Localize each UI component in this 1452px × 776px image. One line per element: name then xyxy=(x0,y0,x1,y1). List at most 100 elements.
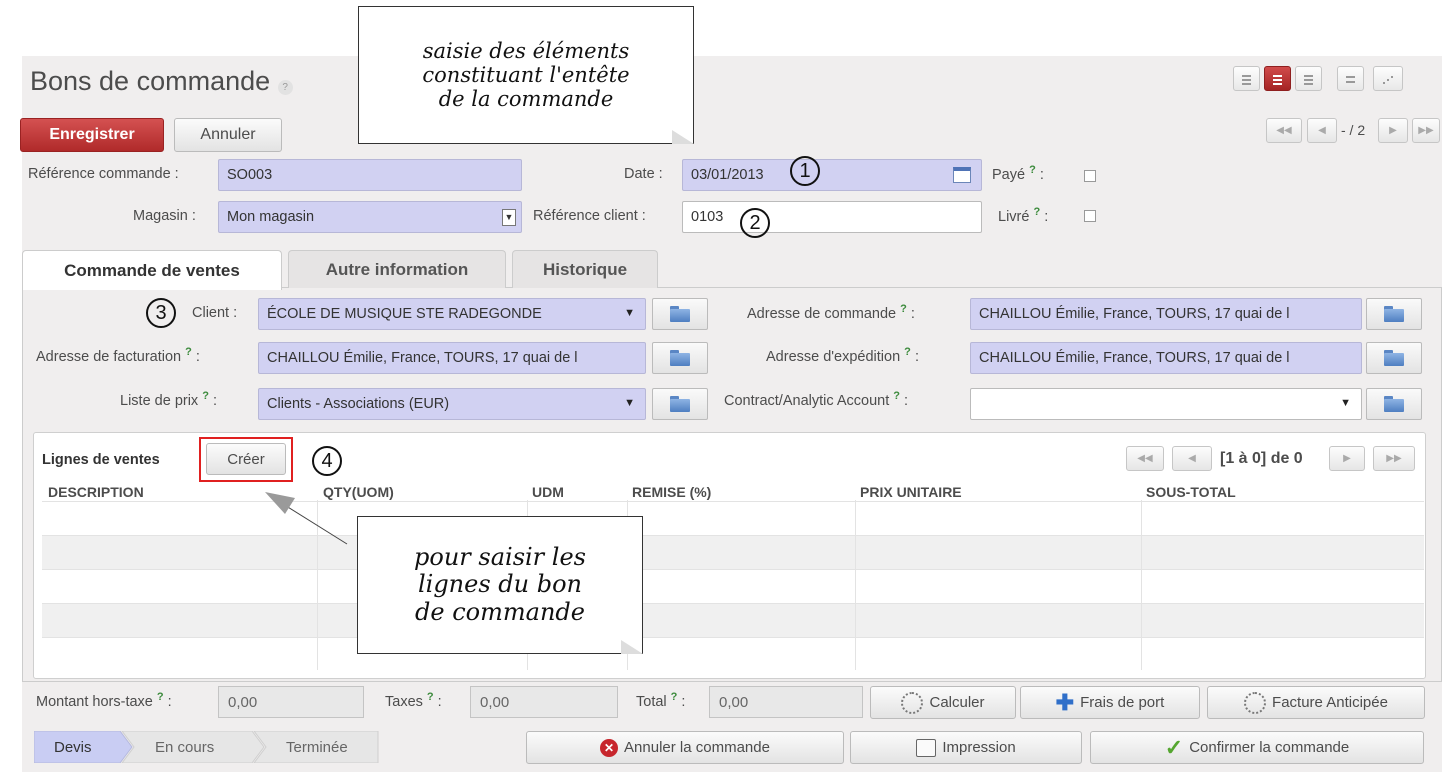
client-ref-field[interactable]: 0103 xyxy=(682,201,982,233)
analytic-account-label: Contract/Analytic Account? : xyxy=(724,390,909,409)
invoice-address-label: Adresse de facturation? : xyxy=(36,346,200,365)
first-record-icon[interactable]: ◀◀ xyxy=(1266,118,1302,143)
advance-invoice-button[interactable]: Facture Anticipée xyxy=(1207,686,1425,719)
delivered-checkbox[interactable] xyxy=(1084,210,1096,222)
last-record-icon[interactable]: ▶▶ xyxy=(1412,118,1440,143)
step-in-progress[interactable]: En cours xyxy=(155,731,214,763)
page-view-icon[interactable] xyxy=(1295,66,1322,91)
lines-last-icon[interactable]: ▶▶ xyxy=(1373,446,1415,471)
calendar-view-icon[interactable] xyxy=(1337,66,1364,91)
tab-sales-order[interactable]: Commande de ventes xyxy=(22,250,282,290)
confirm-order-button[interactable]: ✓ Confirmer la commande xyxy=(1090,731,1424,764)
cancel-button[interactable]: Annuler xyxy=(174,118,282,152)
order-address-select[interactable]: CHAILLOU Émilie, France, TOURS, 17 quai … xyxy=(970,298,1362,330)
lines-next-icon[interactable]: ▶ xyxy=(1329,446,1365,471)
client-label: Client : xyxy=(192,305,238,321)
analytic-account-open-button[interactable] xyxy=(1366,388,1422,420)
shipping-cost-button[interactable]: ✚ Frais de port xyxy=(1020,686,1200,719)
pricelist-value: Clients - Associations (EUR) xyxy=(267,396,450,412)
total-amount: 0,00 xyxy=(709,686,863,718)
paid-checkbox[interactable] xyxy=(1084,170,1096,182)
date-label: Date : xyxy=(624,166,663,182)
untaxed-amount: 0,00 xyxy=(218,686,364,718)
record-pager-text: - / 2 xyxy=(1341,122,1366,138)
table-row xyxy=(42,501,1424,535)
column-description[interactable]: DESCRIPTION xyxy=(48,484,144,500)
pricelist-select[interactable]: Clients - Associations (EUR) ▼ xyxy=(258,388,646,420)
callout-arrow xyxy=(265,492,348,545)
shipping-address-select[interactable]: CHAILLOU Émilie, France, TOURS, 17 quai … xyxy=(970,342,1362,374)
list-view-icon[interactable] xyxy=(1233,66,1260,91)
caret-down-icon[interactable]: ▼ xyxy=(624,397,635,409)
ref-field[interactable]: SO003 xyxy=(218,159,522,191)
graph-view-icon[interactable] xyxy=(1373,66,1403,91)
taxes-label: Taxes? : xyxy=(385,691,442,710)
order-address-open-button[interactable] xyxy=(1366,298,1422,330)
help-icon[interactable]: ? xyxy=(277,80,293,95)
compute-button[interactable]: Calculer xyxy=(870,686,1016,719)
shop-select[interactable]: Mon magasin ▼ xyxy=(218,201,522,233)
step-quotation[interactable]: Devis xyxy=(54,731,92,763)
lines-prev-icon[interactable]: ◀ xyxy=(1172,446,1212,471)
form-view-icon[interactable] xyxy=(1264,66,1291,91)
shipping-address-label: Adresse d'expédition? : xyxy=(766,346,919,365)
gear-icon xyxy=(901,691,924,714)
print-button[interactable]: Impression xyxy=(850,731,1082,764)
sales-lines-title: Lignes de ventes xyxy=(42,452,160,468)
invoice-address-open-button[interactable] xyxy=(652,342,708,374)
shipping-address-value: CHAILLOU Émilie, France, TOURS, 17 quai … xyxy=(979,350,1290,366)
step-done[interactable]: Terminée xyxy=(286,731,348,763)
step-number-1: 1 xyxy=(790,156,820,186)
save-button[interactable]: Enregistrer xyxy=(20,118,164,152)
next-record-icon[interactable]: ▶ xyxy=(1378,118,1408,143)
delivered-label: Livré? : xyxy=(998,206,1049,225)
tab-history[interactable]: Historique xyxy=(512,250,658,288)
ref-label: Référence commande : xyxy=(28,166,179,182)
date-field[interactable]: 03/01/2013 xyxy=(682,159,982,191)
order-address-value: CHAILLOU Émilie, France, TOURS, 17 quai … xyxy=(979,306,1290,322)
pricelist-label: Liste de prix? : xyxy=(120,390,217,409)
cancel-icon: ✕ xyxy=(600,738,619,757)
lines-pager-text: [1 à 0] de 0 xyxy=(1220,450,1303,467)
header-callout: saisie des éléments constituant l'entête… xyxy=(358,6,694,144)
lines-first-icon[interactable]: ◀◀ xyxy=(1126,446,1164,471)
client-select[interactable]: ÉCOLE DE MUSIQUE STE RADEGONDE ▼ xyxy=(258,298,646,330)
pricelist-open-button[interactable] xyxy=(652,388,708,420)
step-number-3: 3 xyxy=(146,298,176,328)
invoice-address-select[interactable]: CHAILLOU Émilie, France, TOURS, 17 quai … xyxy=(258,342,646,374)
client-ref-label: Référence client : xyxy=(533,208,646,224)
lines-callout: pour saisir les lignes du bon de command… xyxy=(357,516,643,654)
gear-icon xyxy=(1244,691,1267,714)
print-icon xyxy=(916,738,937,757)
shipping-address-open-button[interactable] xyxy=(1366,342,1422,374)
folder-icon xyxy=(670,350,690,366)
client-open-button[interactable] xyxy=(652,298,708,330)
page-title: Bons de commande ? xyxy=(30,66,293,97)
folder-icon xyxy=(670,306,690,322)
plus-icon: ✚ xyxy=(1055,689,1075,715)
order-address-label: Adresse de commande? : xyxy=(747,303,915,322)
cancel-order-button[interactable]: ✕ Annuler la commande xyxy=(526,731,844,764)
column-uom[interactable]: UDM xyxy=(532,484,564,500)
folder-icon xyxy=(1384,306,1404,322)
client-value: ÉCOLE DE MUSIQUE STE RADEGONDE xyxy=(267,306,542,322)
table-row xyxy=(42,637,1424,670)
column-discount[interactable]: REMISE (%) xyxy=(632,484,711,500)
step-number-4: 4 xyxy=(312,446,342,476)
column-divider xyxy=(855,500,856,670)
folder-icon xyxy=(1384,396,1404,412)
column-unit-price[interactable]: PRIX UNITAIRE xyxy=(860,484,962,500)
folder-icon xyxy=(1384,350,1404,366)
dropdown-arrow-icon[interactable]: ▼ xyxy=(502,209,516,226)
caret-down-icon[interactable]: ▼ xyxy=(1340,397,1351,409)
tab-other-info[interactable]: Autre information xyxy=(288,250,506,288)
analytic-account-select[interactable]: ▼ xyxy=(970,388,1362,420)
caret-down-icon[interactable]: ▼ xyxy=(624,307,635,319)
prev-record-icon[interactable]: ◀ xyxy=(1307,118,1337,143)
checkmark-icon: ✓ xyxy=(1164,734,1184,760)
calendar-icon[interactable] xyxy=(953,167,971,183)
create-button-highlight xyxy=(199,437,293,482)
column-subtotal[interactable]: SOUS-TOTAL xyxy=(1146,484,1236,500)
shop-value: Mon magasin xyxy=(227,209,315,225)
folder-icon xyxy=(670,396,690,412)
